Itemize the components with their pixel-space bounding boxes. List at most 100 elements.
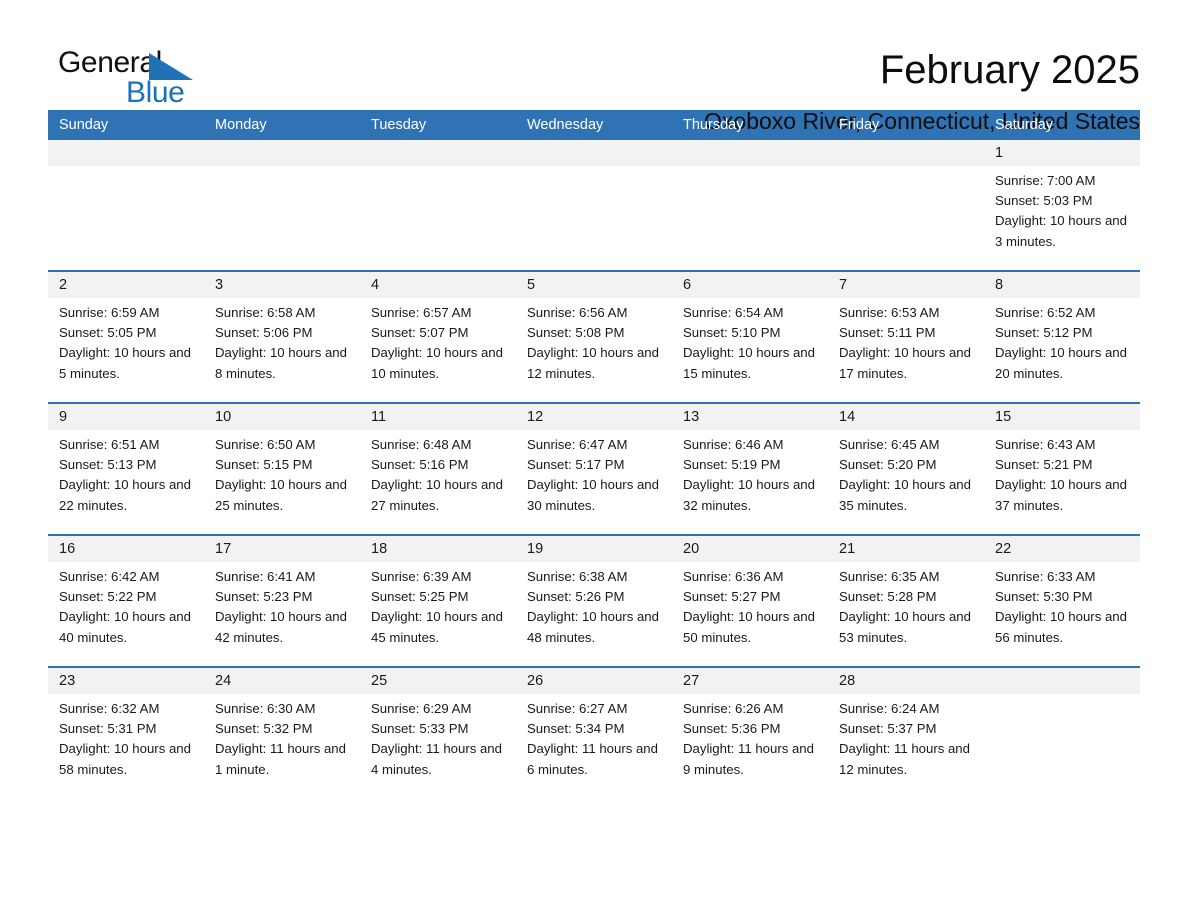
day-number-band: 28 [828,668,984,694]
sunset-text: Sunset: 5:06 PM [215,325,313,341]
sunrise-text: Sunrise: 6:50 AM [215,437,316,452]
page-title: February 2025 [879,48,1140,92]
calendar-day-cell[interactable]: 24 Sunrise: 6:30 AM Sunset: 5:32 PM Dayligh… [204,668,360,798]
calendar-day-cell[interactable]: 28 Sunrise: 6:24 AM Sunset: 5:37 PM Dayligh… [828,668,984,798]
calendar-day-cell[interactable]: 16 Sunrise: 6:42 AM Sunset: 5:22 PM Dayligh… [48,536,204,666]
day-number-band: 21 [828,536,984,562]
day-number-band [984,668,1140,694]
day-number-band: 2 [48,272,204,298]
day-detail-body: Sunrise: 6:32 AM Sunset: 5:31 PM Daylight:… [48,694,204,798]
calendar-day-cell[interactable]: 12 Sunrise: 6:47 AM Sunset: 5:17 PM Dayligh… [516,404,672,534]
day-number-band: 10 [204,404,360,430]
day-detail-body: Sunrise: 6:33 AM Sunset: 5:30 PM Daylight:… [984,562,1140,666]
calendar-day-cell[interactable]: 23 Sunrise: 6:32 AM Sunset: 5:31 PM Dayligh… [48,668,204,798]
calendar-grid: Sunday Monday Tuesday Wednesday Thursday… [48,110,1140,798]
sunrise-text: Sunrise: 6:26 AM [683,701,784,716]
day-number-band: 24 [204,668,360,694]
sunrise-text: Sunrise: 6:39 AM [371,569,472,584]
day-detail-body: Sunrise: 6:26 AM Sunset: 5:36 PM Daylight:… [672,694,828,798]
page-header: General Blue February 2025 Oxoboxo River… [48,0,1140,134]
weekday-header-saturday: Saturday [995,117,1054,133]
calendar-day-cell[interactable]: 15 Sunrise: 6:43 AM Sunset: 5:21 PM Dayligh… [984,404,1140,534]
calendar-week-row: 23 Sunrise: 6:32 AM Sunset: 5:31 PM Dayligh… [48,666,1140,798]
calendar-week-days: 23 Sunrise: 6:32 AM Sunset: 5:31 PM Dayligh… [48,668,1140,798]
daylight-text: Daylight: 10 hours and 27 minutes. [371,477,503,513]
day-number-band: 16 [48,536,204,562]
calendar-week-row: 9 Sunrise: 6:51 AM Sunset: 5:13 PM Daylight… [48,402,1140,534]
sunset-text: Sunset: 5:13 PM [59,457,157,473]
calendar-day-cell[interactable]: 22 Sunrise: 6:33 AM Sunset: 5:30 PM Dayligh… [984,536,1140,666]
daylight-text: Daylight: 10 hours and 35 minutes. [839,477,971,513]
day-number: 21 [839,541,856,557]
day-detail-body: Sunrise: 6:41 AM Sunset: 5:23 PM Daylight:… [204,562,360,666]
daylight-text: Daylight: 10 hours and 40 minutes. [59,609,191,645]
day-detail-body: Sunrise: 7:00 AM Sunset: 5:03 PM Daylight:… [984,166,1140,270]
sunset-text: Sunset: 5:12 PM [995,325,1093,341]
sunset-text: Sunset: 5:08 PM [527,325,625,341]
calendar-day-cell[interactable]: 8 Sunrise: 6:52 AM Sunset: 5:12 PM Daylight… [984,272,1140,402]
calendar-day-cell[interactable]: 21 Sunrise: 6:35 AM Sunset: 5:28 PM Dayligh… [828,536,984,666]
day-detail-body [48,166,204,270]
calendar-day-cell[interactable]: 13 Sunrise: 6:46 AM Sunset: 5:19 PM Dayligh… [672,404,828,534]
calendar-day-cell[interactable]: 11 Sunrise: 6:48 AM Sunset: 5:16 PM Dayligh… [360,404,516,534]
day-detail-body [672,166,828,270]
calendar-day-cell[interactable]: 25 Sunrise: 6:29 AM Sunset: 5:33 PM Dayligh… [360,668,516,798]
day-number-band: 17 [204,536,360,562]
sunset-text: Sunset: 5:33 PM [371,721,469,737]
calendar-day-cell[interactable]: 18 Sunrise: 6:39 AM Sunset: 5:25 PM Dayligh… [360,536,516,666]
sunset-text: Sunset: 5:26 PM [527,589,625,605]
weekday-header-monday: Monday [215,117,267,133]
day-detail-body: Sunrise: 6:30 AM Sunset: 5:32 PM Daylight:… [204,694,360,798]
sunset-text: Sunset: 5:05 PM [59,325,157,341]
daylight-text: Daylight: 10 hours and 17 minutes. [839,345,971,381]
day-number: 3 [215,277,224,293]
day-number: 2 [59,277,68,293]
sunrise-text: Sunrise: 6:24 AM [839,701,940,716]
calendar-day-cell[interactable]: 4 Sunrise: 6:57 AM Sunset: 5:07 PM Daylight… [360,272,516,402]
day-number: 15 [995,409,1012,425]
calendar-day-cell[interactable]: 2 Sunrise: 6:59 AM Sunset: 5:05 PM Daylight… [48,272,204,402]
calendar-day-cell[interactable]: 20 Sunrise: 6:36 AM Sunset: 5:27 PM Dayligh… [672,536,828,666]
calendar-week-days: 9 Sunrise: 6:51 AM Sunset: 5:13 PM Daylight… [48,404,1140,534]
calendar-day-cell[interactable]: 9 Sunrise: 6:51 AM Sunset: 5:13 PM Daylight… [48,404,204,534]
sunrise-text: Sunrise: 6:33 AM [995,569,1096,584]
day-number: 28 [839,673,856,689]
day-number-band: 14 [828,404,984,430]
calendar-day-cell[interactable]: 27 Sunrise: 6:26 AM Sunset: 5:36 PM Dayligh… [672,668,828,798]
calendar-day-cell[interactable]: 6 Sunrise: 6:54 AM Sunset: 5:10 PM Daylight… [672,272,828,402]
calendar-day-cell[interactable]: 7 Sunrise: 6:53 AM Sunset: 5:11 PM Daylight… [828,272,984,402]
day-number-band: 4 [360,272,516,298]
calendar-day-cell[interactable]: 26 Sunrise: 6:27 AM Sunset: 5:34 PM Dayligh… [516,668,672,798]
sunrise-text: Sunrise: 6:48 AM [371,437,472,452]
calendar-day-cell[interactable]: 19 Sunrise: 6:38 AM Sunset: 5:26 PM Dayligh… [516,536,672,666]
day-detail-body: Sunrise: 6:51 AM Sunset: 5:13 PM Daylight:… [48,430,204,534]
daylight-text: Daylight: 10 hours and 12 minutes. [527,345,659,381]
calendar-day-cell-empty [360,140,516,270]
weekday-header-tuesday: Tuesday [371,117,427,133]
daylight-text: Daylight: 10 hours and 53 minutes. [839,609,971,645]
weekday-header-thursday: Thursday [683,117,744,133]
day-number-band: 7 [828,272,984,298]
calendar-day-cell[interactable]: 5 Sunrise: 6:56 AM Sunset: 5:08 PM Daylight… [516,272,672,402]
calendar-day-cell[interactable]: 17 Sunrise: 6:41 AM Sunset: 5:23 PM Dayligh… [204,536,360,666]
day-detail-body [204,166,360,270]
calendar-day-cell[interactable]: 3 Sunrise: 6:58 AM Sunset: 5:06 PM Daylight… [204,272,360,402]
sunrise-text: Sunrise: 6:53 AM [839,305,940,320]
day-number-band: 26 [516,668,672,694]
day-detail-body: Sunrise: 6:54 AM Sunset: 5:10 PM Daylight:… [672,298,828,402]
sunset-text: Sunset: 5:37 PM [839,721,937,737]
day-number: 11 [371,409,387,425]
weekday-header-wednesday: Wednesday [527,117,604,133]
calendar-day-cell[interactable]: 1 Sunrise: 7:00 AM Sunset: 5:03 PM Daylight… [984,140,1140,270]
calendar-week-row: 1 Sunrise: 7:00 AM Sunset: 5:03 PM Daylight… [48,140,1140,270]
calendar-day-cell[interactable]: 14 Sunrise: 6:45 AM Sunset: 5:20 PM Dayligh… [828,404,984,534]
day-detail-body: Sunrise: 6:39 AM Sunset: 5:25 PM Daylight:… [360,562,516,666]
calendar-day-cell[interactable]: 10 Sunrise: 6:50 AM Sunset: 5:15 PM Dayligh… [204,404,360,534]
daylight-text: Daylight: 10 hours and 5 minutes. [59,345,191,381]
sunrise-text: Sunrise: 6:52 AM [995,305,1096,320]
daylight-text: Daylight: 10 hours and 48 minutes. [527,609,659,645]
sunset-text: Sunset: 5:25 PM [371,589,469,605]
weekday-header-sunday: Sunday [59,117,109,133]
daylight-text: Daylight: 10 hours and 50 minutes. [683,609,815,645]
sunset-text: Sunset: 5:16 PM [371,457,469,473]
